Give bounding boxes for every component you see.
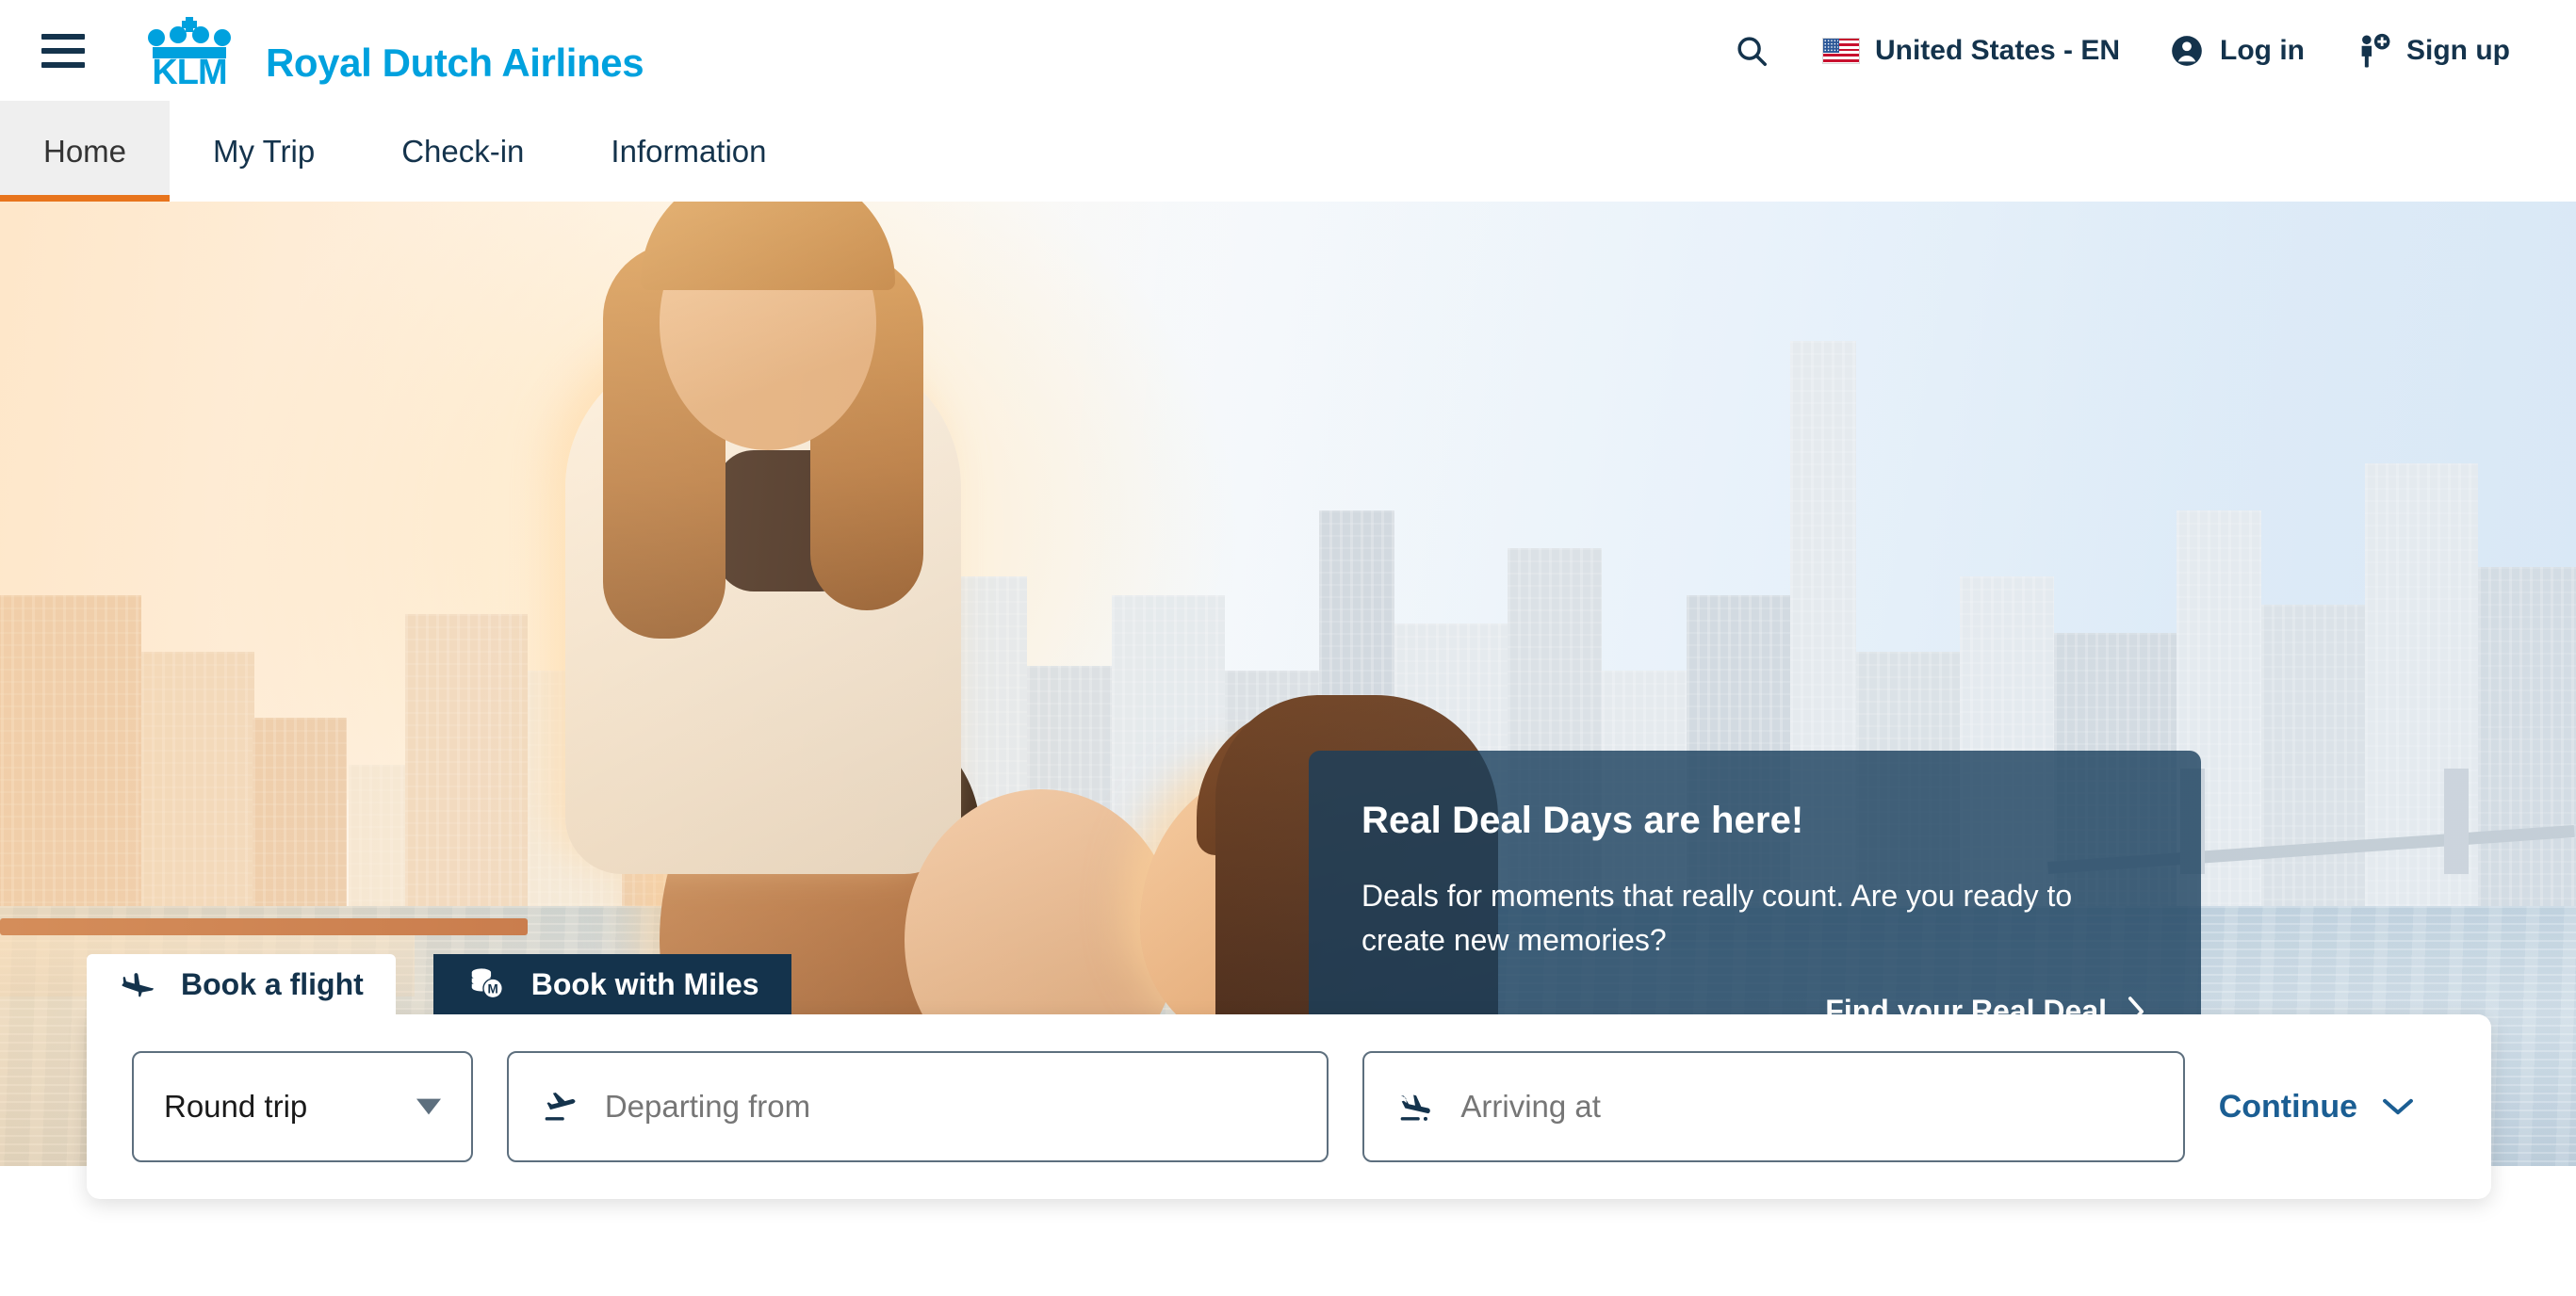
booking-tab-label: Book with Miles <box>530 966 759 1001</box>
search-icon <box>1737 36 1767 66</box>
departing-from-field[interactable] <box>506 1051 1329 1162</box>
search-button[interactable] <box>1705 33 1798 69</box>
nav-tab-label: Check-in <box>401 133 525 169</box>
promo-body: Deals for moments that really count. Are… <box>1361 879 2073 958</box>
nav-tab-label: Home <box>43 133 127 169</box>
site-header: KLM Royal Dutch Airlines United States -… <box>0 0 2576 101</box>
continue-button[interactable]: Continue <box>2219 1089 2446 1126</box>
airplane-icon <box>122 973 154 997</box>
caret-down-icon <box>416 1098 441 1115</box>
klm-logo-link[interactable]: KLM Royal Dutch Airlines <box>134 16 644 85</box>
trip-type-value: Round trip <box>164 1089 308 1124</box>
booking-widget: Book a flight M Book with Miles Round tr… <box>87 954 2491 1199</box>
us-flag-icon <box>1821 37 1860 64</box>
hamburger-bar <box>41 61 85 68</box>
locale-label: United States - EN <box>1874 34 2121 66</box>
locale-selector[interactable]: United States - EN <box>1798 35 2144 67</box>
nav-tab-my-trip[interactable]: My Trip <box>170 101 358 202</box>
promo-title: Real Deal Days are here! <box>1361 800 1804 841</box>
continue-label: Continue <box>2218 1088 2357 1125</box>
booking-form: Round trip Continue <box>87 1014 2491 1199</box>
booking-tab-list: Book a flight M Book with Miles <box>87 954 2491 1014</box>
arriving-at-input[interactable] <box>1460 1089 2151 1125</box>
klm-crown-logo-icon: KLM <box>148 16 231 85</box>
account-circle-icon <box>2172 35 2202 66</box>
miles-coins-icon: M <box>471 968 503 999</box>
svg-text:KLM: KLM <box>152 53 226 85</box>
svg-text:M: M <box>487 981 497 996</box>
hamburger-bar <box>41 33 85 40</box>
nav-tab-home[interactable]: Home <box>0 101 171 202</box>
login-button[interactable]: Log in <box>2144 33 2329 69</box>
signup-button[interactable]: Sign up <box>2329 32 2535 70</box>
nav-tab-label: Information <box>611 133 767 169</box>
plane-landing-icon <box>1400 1094 1430 1121</box>
arriving-at-field[interactable] <box>1362 1051 2185 1162</box>
nav-tab-check-in[interactable]: Check-in <box>358 101 567 202</box>
booking-tab-label: Book a flight <box>181 966 364 1001</box>
hamburger-bar <box>41 47 85 54</box>
booking-tab-book-a-flight[interactable]: Book a flight <box>87 954 396 1014</box>
trip-type-select[interactable]: Round trip <box>132 1051 473 1162</box>
booking-tab-book-with-miles[interactable]: M Book with Miles <box>432 954 791 1014</box>
hamburger-menu-icon[interactable] <box>41 32 85 70</box>
signup-label: Sign up <box>2406 34 2510 66</box>
brand-name: Royal Dutch Airlines <box>266 40 644 85</box>
main-navigation: Home My Trip Check-in Information <box>0 101 2576 202</box>
header-actions: United States - EN Log in Sign up <box>1705 32 2535 70</box>
chevron-down-icon <box>2383 1098 2413 1115</box>
departing-from-input[interactable] <box>604 1089 1296 1125</box>
login-label: Log in <box>2220 34 2306 66</box>
nav-tab-label: My Trip <box>213 133 316 169</box>
person-add-icon <box>2361 33 2390 68</box>
plane-takeoff-icon <box>545 1092 576 1121</box>
nav-tab-information[interactable]: Information <box>567 101 809 202</box>
